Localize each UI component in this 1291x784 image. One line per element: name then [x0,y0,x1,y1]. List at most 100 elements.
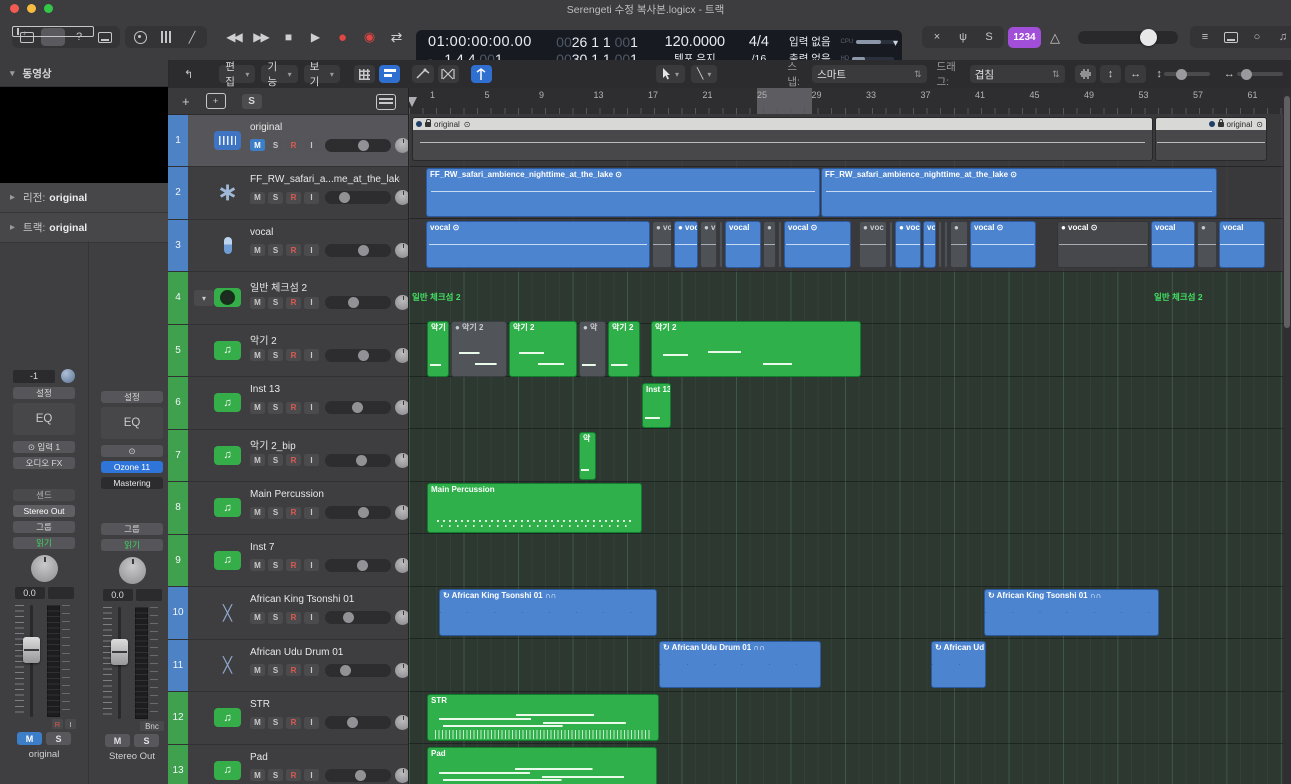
solo-button[interactable]: S [268,612,283,624]
input-monitor-button[interactable]: I [304,612,319,624]
input-slot[interactable]: ⊙ 입력 1 [13,441,75,453]
record-enable-button[interactable]: R [286,507,301,519]
track-name[interactable]: African Udu Drum 01 [250,647,343,658]
track-volume-knob[interactable] [347,717,358,728]
mute-button[interactable]: M [250,139,265,151]
track-volume-slider[interactable] [325,506,391,519]
input-monitor-button[interactable]: I [65,719,76,729]
pencil-mode-button[interactable]: ╱ [180,28,204,46]
vertical-zoom-slider[interactable] [1164,72,1210,76]
volume-value[interactable]: 0.0 [15,587,45,599]
count-in-button[interactable]: 1234 [1008,27,1041,48]
solo-button[interactable]: S [268,139,283,151]
input-monitor-button[interactable]: I [304,717,319,729]
add-track-button[interactable]: + [182,94,190,109]
record-enable-button[interactable]: R [286,139,301,151]
region[interactable]: ↻ African King Tsonshi 01 ∩∩ [439,589,657,636]
track-pan-knob[interactable] [395,663,409,678]
track-pan-knob[interactable] [395,558,409,573]
record-enable-button[interactable]: R [286,664,301,676]
format-button[interactable]: ⊙ [101,445,163,457]
rewind-button[interactable]: ◀◀ [220,24,247,50]
fader-handle[interactable] [111,639,128,665]
track-volume-knob[interactable] [358,245,369,256]
region[interactable]: ● v [700,221,717,268]
mute-button[interactable]: M [250,244,265,256]
mute-button[interactable]: M [17,732,42,745]
track-volume-slider[interactable] [325,139,391,152]
track-volume-slider[interactable] [325,611,391,624]
track-name[interactable]: Pad [250,752,268,763]
send-slot[interactable]: 센드 [13,489,75,501]
record-enable-button[interactable]: R [286,192,301,204]
region[interactable]: ● voc [859,221,887,268]
track-volume-slider[interactable] [325,716,391,729]
mute-button[interactable]: M [250,612,265,624]
track-volume-slider[interactable] [325,191,391,204]
group-slot[interactable]: 그룹 [101,523,163,535]
bounce-button[interactable]: Bnc [140,721,164,731]
low-latency-button[interactable]: × [925,28,949,46]
input-monitor-button[interactable]: I [304,454,319,466]
track-row[interactable]: 9♫Inst 7MSRI [168,535,408,588]
region[interactable]: 악기 2 [651,321,861,377]
fader[interactable] [101,607,163,719]
region[interactable]: vocal [725,221,761,268]
pan-knob[interactable] [31,555,58,582]
mute-button[interactable]: M [250,769,265,781]
mute-button[interactable]: M [250,454,265,466]
eq-slot[interactable]: EQ [101,407,163,439]
track-volume-slider[interactable] [325,244,391,257]
region[interactable]: ● vo [652,221,672,268]
track-volume-slider[interactable] [325,349,391,362]
horizontal-auto-zoom-button[interactable]: ↔ [1125,65,1146,83]
region[interactable]: ● 악 [579,321,606,377]
track-name[interactable]: Main Percussion [250,489,324,500]
vertical-scrollbar[interactable] [1283,88,1291,784]
video-section-header[interactable]: ▾동영상 [0,60,168,87]
region[interactable]: ● vocal ⊙ [1057,221,1149,268]
duplicate-track-button[interactable]: + [206,93,226,109]
fader-handle[interactable] [23,637,40,663]
track-name[interactable]: FF_RW_safari_a...me_at_the_lake [250,174,400,185]
track-disclosure-button[interactable]: ▾ [194,290,214,306]
mute-button[interactable]: M [250,717,265,729]
track-name[interactable]: Inst 13 [250,384,280,395]
record-enable-button[interactable]: R [52,719,63,729]
region[interactable]: ● voc [674,221,698,268]
track-row[interactable]: 8♫Main PercussionMSRI [168,482,408,535]
track-volume-slider[interactable] [325,454,391,467]
play-button[interactable]: ▶ [301,24,328,50]
track-name[interactable]: original [250,122,282,133]
track-pan-knob[interactable] [395,400,409,415]
region[interactable]: Main Percussion [427,483,642,533]
region[interactable]: vo [923,221,936,268]
browsers-button[interactable]: ♫ [1271,28,1291,46]
regions-view-button[interactable] [379,65,400,83]
region[interactable]: ● [763,221,776,268]
region-inspector-header[interactable]: ▸리전:original [0,183,168,213]
automation-button[interactable] [412,65,433,83]
mute-button[interactable]: M [250,664,265,676]
solo-button[interactable]: S [268,244,283,256]
lcd-options-caret[interactable]: ▾ [893,38,898,49]
track-name[interactable]: 악기 2_bip [250,437,296,452]
scrollbar-thumb[interactable] [1284,96,1290,328]
plugin-slot-mastering[interactable]: Mastering [101,477,163,489]
record-enable-button[interactable]: R [286,454,301,466]
region[interactable]: ↻ African Ud [931,641,986,688]
track-volume-slider[interactable] [325,559,391,572]
track-pan-knob[interactable] [395,715,409,730]
input-monitor-button[interactable]: I [304,192,319,204]
pan-knob[interactable] [119,557,146,584]
flex-button[interactable] [438,65,459,83]
solo-button[interactable]: S [268,559,283,571]
track-pan-knob[interactable] [395,190,409,205]
input-monitor-button[interactable]: I [304,349,319,361]
vertical-auto-zoom-button[interactable]: ↕ [1100,65,1121,83]
region[interactable]: vocal [1219,221,1265,268]
input-monitor-button[interactable]: I [304,244,319,256]
region[interactable]: 악기 2 [509,321,577,377]
track-volume-knob[interactable] [356,455,367,466]
grid-button[interactable] [354,65,375,83]
